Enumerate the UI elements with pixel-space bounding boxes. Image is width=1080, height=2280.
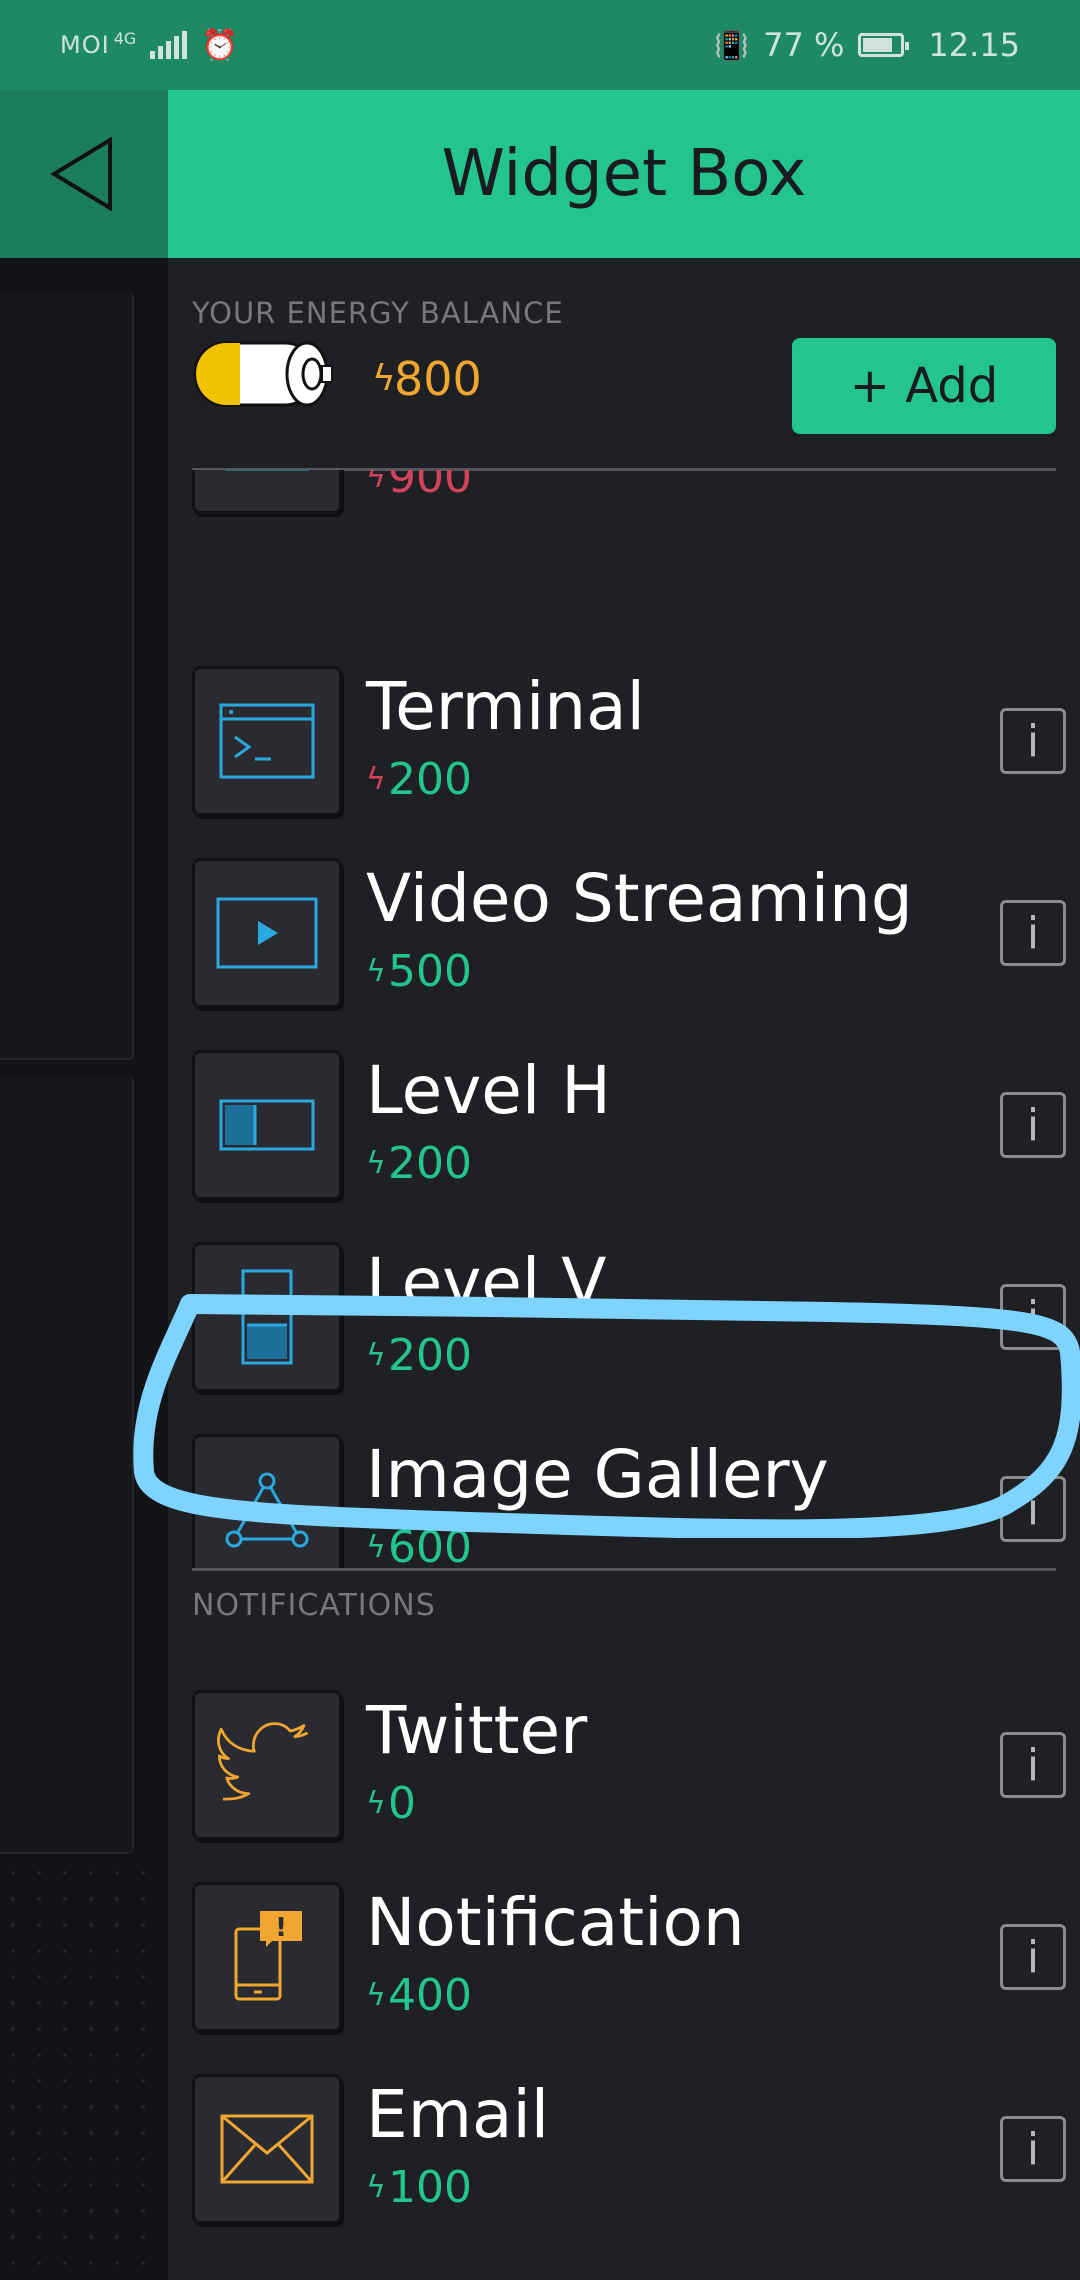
video-play-icon — [216, 897, 318, 969]
back-button[interactable] — [48, 134, 118, 214]
cost-bolt-icon: ϟ — [366, 1978, 386, 2013]
widget-name: Email — [366, 2076, 550, 2153]
widget-item[interactable]: ϟ 900 i — [192, 470, 1056, 514]
carrier-label: MOI — [60, 31, 110, 59]
divider — [192, 1568, 1056, 1571]
widget-info-button[interactable]: i — [1000, 1092, 1066, 1158]
envelope-icon — [220, 2114, 314, 2184]
widget-item-twitter[interactable]: Twitter ϟ 0 i — [192, 1690, 1066, 1840]
widget-box-drawer: Widget Box YOUR ENERGY BALANCE ϟ 800 + A… — [168, 90, 1080, 2280]
energy-battery-icon — [193, 341, 333, 407]
alarm-icon: ⏰ — [201, 27, 239, 63]
widget-tile — [192, 1050, 342, 1200]
background-widget-panel — [0, 292, 134, 1060]
drawer-header: Widget Box — [168, 90, 1080, 258]
energy-balance-value: 800 — [394, 352, 482, 406]
widget-name: Twitter — [366, 1692, 588, 1769]
widget-cost: 900 — [388, 470, 472, 503]
notifications-section-label: NOTIFICATIONS — [192, 1588, 436, 1623]
widget-name: Video Streaming — [366, 860, 913, 937]
widget-name: Image Gallery — [366, 1436, 829, 1513]
clock: 12.15 — [928, 26, 1020, 64]
widget-item-image-gallery[interactable]: Image Gallery ϟ 600 i — [192, 1434, 1066, 1570]
cost-bolt-icon: ϟ — [366, 470, 386, 495]
widget-list[interactable]: ϟ 900 i Terminal ϟ 200 i — [168, 470, 1080, 1570]
widget-item-level-v[interactable]: Level V ϟ 200 i — [192, 1242, 1066, 1392]
widget-cost: 0 — [388, 1778, 416, 1829]
widget-info-button[interactable]: i — [1000, 1284, 1066, 1350]
level-bar-icon — [225, 470, 309, 471]
svg-text:!: ! — [275, 1913, 287, 1943]
battery-icon — [858, 33, 910, 57]
widget-info-button[interactable]: i — [1000, 900, 1066, 966]
cost-bolt-icon: ϟ — [366, 1530, 386, 1565]
twitter-bird-icon — [217, 1722, 309, 1801]
widget-info-button[interactable]: i — [1000, 1924, 1066, 1990]
widget-tile — [192, 666, 342, 816]
background-header — [0, 90, 168, 258]
battery-percent: 77 % — [763, 26, 845, 64]
level-horizontal-icon — [219, 1099, 315, 1151]
widget-name: Level H — [366, 1052, 611, 1129]
vibrate-icon: 📳 — [714, 28, 750, 62]
widget-tile — [192, 2074, 342, 2224]
widget-tile — [192, 858, 342, 1008]
widget-info-button[interactable]: i — [1000, 2116, 1066, 2182]
cost-bolt-icon: ϟ — [366, 1338, 386, 1373]
cost-bolt-icon: ϟ — [366, 2170, 386, 2205]
widget-item-level-h[interactable]: Level H ϟ 200 i — [192, 1050, 1066, 1200]
status-right: 📳 77 % 12.15 — [714, 26, 1020, 64]
background-widget-panel — [0, 1076, 134, 1854]
drawer-title: Widget Box — [441, 137, 807, 211]
terminal-icon — [219, 703, 315, 779]
widget-cost: 500 — [388, 946, 472, 997]
widget-item-terminal[interactable]: Terminal ϟ 200 i — [192, 666, 1066, 816]
back-arrow-icon — [50, 136, 112, 212]
background-grid — [0, 1860, 160, 2280]
image-gallery-icon — [225, 1472, 309, 1548]
widget-cost: 100 — [388, 2162, 472, 2213]
background-canvas — [0, 90, 168, 2280]
widget-tile — [192, 470, 342, 514]
widget-name: Terminal — [366, 668, 645, 745]
widget-item-email[interactable]: Email ϟ 100 i — [192, 2074, 1066, 2224]
widget-cost: 600 — [388, 1522, 472, 1570]
widget-info-button[interactable]: i — [1000, 708, 1066, 774]
cost-bolt-icon: ϟ — [366, 1146, 386, 1181]
widget-cost: 200 — [388, 1330, 472, 1381]
widget-tile — [192, 1242, 342, 1392]
cost-bolt-icon: ϟ — [366, 1786, 386, 1821]
phone-notification-icon: ! — [234, 1911, 302, 2001]
widget-tile: ! — [192, 1882, 342, 2032]
widget-info-button[interactable]: i — [1000, 1732, 1066, 1798]
level-vertical-icon — [241, 1269, 293, 1365]
widget-cost: 200 — [388, 754, 472, 805]
widget-name: Notification — [366, 1884, 745, 1961]
widget-item-notification[interactable]: ! Notification ϟ 400 i — [192, 1882, 1066, 2032]
cost-bolt-icon: ϟ — [366, 762, 386, 797]
widget-cost: 200 — [388, 1138, 472, 1189]
widget-tile — [192, 1690, 342, 1840]
widget-name: Level V — [366, 1244, 607, 1321]
widget-cost: 400 — [388, 1970, 472, 2021]
widget-tile — [192, 1434, 342, 1570]
signal-icon — [150, 31, 188, 59]
status-bar: MOI 4G ⏰ 📳 77 % 12.15 — [0, 0, 1080, 90]
status-left: MOI 4G ⏰ — [60, 28, 239, 63]
network-type-label: 4G — [113, 28, 137, 48]
add-energy-button[interactable]: + Add — [792, 338, 1056, 434]
energy-bolt-icon: ϟ — [372, 358, 396, 399]
widget-item-video-streaming[interactable]: Video Streaming ϟ 500 i — [192, 858, 1066, 1008]
widget-info-button[interactable]: i — [1000, 1476, 1066, 1542]
cost-bolt-icon: ϟ — [366, 954, 386, 989]
energy-row: ϟ 800 + Add — [192, 322, 1062, 434]
